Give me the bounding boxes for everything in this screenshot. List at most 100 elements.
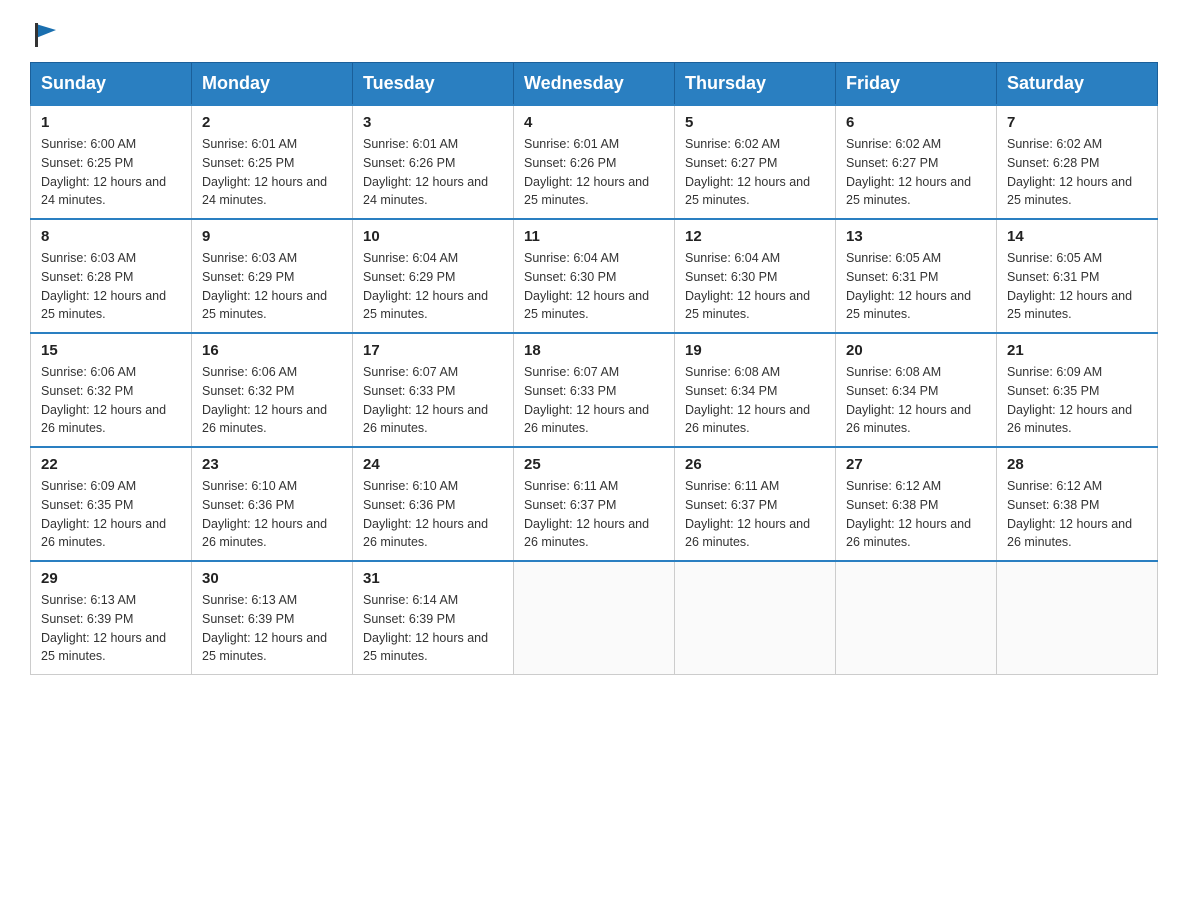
- day-info: Sunrise: 6:13 AM Sunset: 6:39 PM Dayligh…: [41, 591, 181, 666]
- calendar-day-9: 9 Sunrise: 6:03 AM Sunset: 6:29 PM Dayli…: [192, 219, 353, 333]
- day-info: Sunrise: 6:03 AM Sunset: 6:28 PM Dayligh…: [41, 249, 181, 324]
- day-info: Sunrise: 6:02 AM Sunset: 6:27 PM Dayligh…: [846, 135, 986, 210]
- day-number: 6: [846, 114, 986, 131]
- weekday-header-monday: Monday: [192, 63, 353, 106]
- calendar-day-7: 7 Sunrise: 6:02 AM Sunset: 6:28 PM Dayli…: [997, 105, 1158, 219]
- calendar-day-22: 22 Sunrise: 6:09 AM Sunset: 6:35 PM Dayl…: [31, 447, 192, 561]
- day-info: Sunrise: 6:06 AM Sunset: 6:32 PM Dayligh…: [41, 363, 181, 438]
- day-number: 22: [41, 456, 181, 473]
- calendar-day-empty: [997, 561, 1158, 675]
- weekday-header-tuesday: Tuesday: [353, 63, 514, 106]
- day-info: Sunrise: 6:10 AM Sunset: 6:36 PM Dayligh…: [202, 477, 342, 552]
- day-number: 15: [41, 342, 181, 359]
- day-number: 20: [846, 342, 986, 359]
- day-info: Sunrise: 6:01 AM Sunset: 6:25 PM Dayligh…: [202, 135, 342, 210]
- calendar-week-5: 29 Sunrise: 6:13 AM Sunset: 6:39 PM Dayl…: [31, 561, 1158, 675]
- day-number: 23: [202, 456, 342, 473]
- calendar-day-16: 16 Sunrise: 6:06 AM Sunset: 6:32 PM Dayl…: [192, 333, 353, 447]
- day-info: Sunrise: 6:05 AM Sunset: 6:31 PM Dayligh…: [1007, 249, 1147, 324]
- day-info: Sunrise: 6:04 AM Sunset: 6:30 PM Dayligh…: [524, 249, 664, 324]
- day-number: 29: [41, 570, 181, 587]
- day-info: Sunrise: 6:10 AM Sunset: 6:36 PM Dayligh…: [363, 477, 503, 552]
- weekday-header-saturday: Saturday: [997, 63, 1158, 106]
- day-number: 14: [1007, 228, 1147, 245]
- day-number: 8: [41, 228, 181, 245]
- calendar-day-17: 17 Sunrise: 6:07 AM Sunset: 6:33 PM Dayl…: [353, 333, 514, 447]
- day-number: 18: [524, 342, 664, 359]
- day-number: 10: [363, 228, 503, 245]
- day-number: 31: [363, 570, 503, 587]
- day-info: Sunrise: 6:12 AM Sunset: 6:38 PM Dayligh…: [846, 477, 986, 552]
- logo: [30, 20, 62, 42]
- calendar-day-27: 27 Sunrise: 6:12 AM Sunset: 6:38 PM Dayl…: [836, 447, 997, 561]
- calendar-day-empty: [675, 561, 836, 675]
- calendar-day-empty: [836, 561, 997, 675]
- logo-icon: [32, 20, 62, 50]
- calendar-day-14: 14 Sunrise: 6:05 AM Sunset: 6:31 PM Dayl…: [997, 219, 1158, 333]
- calendar-day-5: 5 Sunrise: 6:02 AM Sunset: 6:27 PM Dayli…: [675, 105, 836, 219]
- day-info: Sunrise: 6:06 AM Sunset: 6:32 PM Dayligh…: [202, 363, 342, 438]
- calendar-day-1: 1 Sunrise: 6:00 AM Sunset: 6:25 PM Dayli…: [31, 105, 192, 219]
- day-info: Sunrise: 6:01 AM Sunset: 6:26 PM Dayligh…: [524, 135, 664, 210]
- day-info: Sunrise: 6:05 AM Sunset: 6:31 PM Dayligh…: [846, 249, 986, 324]
- day-number: 3: [363, 114, 503, 131]
- calendar-day-23: 23 Sunrise: 6:10 AM Sunset: 6:36 PM Dayl…: [192, 447, 353, 561]
- day-number: 5: [685, 114, 825, 131]
- calendar-day-10: 10 Sunrise: 6:04 AM Sunset: 6:29 PM Dayl…: [353, 219, 514, 333]
- weekday-header-row: SundayMondayTuesdayWednesdayThursdayFrid…: [31, 63, 1158, 106]
- calendar-week-4: 22 Sunrise: 6:09 AM Sunset: 6:35 PM Dayl…: [31, 447, 1158, 561]
- calendar-day-24: 24 Sunrise: 6:10 AM Sunset: 6:36 PM Dayl…: [353, 447, 514, 561]
- calendar-day-13: 13 Sunrise: 6:05 AM Sunset: 6:31 PM Dayl…: [836, 219, 997, 333]
- calendar-day-21: 21 Sunrise: 6:09 AM Sunset: 6:35 PM Dayl…: [997, 333, 1158, 447]
- calendar-week-3: 15 Sunrise: 6:06 AM Sunset: 6:32 PM Dayl…: [31, 333, 1158, 447]
- day-number: 11: [524, 228, 664, 245]
- calendar-week-2: 8 Sunrise: 6:03 AM Sunset: 6:28 PM Dayli…: [31, 219, 1158, 333]
- calendar-day-18: 18 Sunrise: 6:07 AM Sunset: 6:33 PM Dayl…: [514, 333, 675, 447]
- calendar-day-30: 30 Sunrise: 6:13 AM Sunset: 6:39 PM Dayl…: [192, 561, 353, 675]
- calendar-day-4: 4 Sunrise: 6:01 AM Sunset: 6:26 PM Dayli…: [514, 105, 675, 219]
- day-number: 9: [202, 228, 342, 245]
- day-info: Sunrise: 6:13 AM Sunset: 6:39 PM Dayligh…: [202, 591, 342, 666]
- day-number: 28: [1007, 456, 1147, 473]
- day-number: 12: [685, 228, 825, 245]
- day-info: Sunrise: 6:02 AM Sunset: 6:28 PM Dayligh…: [1007, 135, 1147, 210]
- calendar-day-28: 28 Sunrise: 6:12 AM Sunset: 6:38 PM Dayl…: [997, 447, 1158, 561]
- calendar-day-6: 6 Sunrise: 6:02 AM Sunset: 6:27 PM Dayli…: [836, 105, 997, 219]
- day-number: 19: [685, 342, 825, 359]
- calendar-day-8: 8 Sunrise: 6:03 AM Sunset: 6:28 PM Dayli…: [31, 219, 192, 333]
- day-number: 13: [846, 228, 986, 245]
- calendar-day-11: 11 Sunrise: 6:04 AM Sunset: 6:30 PM Dayl…: [514, 219, 675, 333]
- calendar-day-3: 3 Sunrise: 6:01 AM Sunset: 6:26 PM Dayli…: [353, 105, 514, 219]
- day-info: Sunrise: 6:09 AM Sunset: 6:35 PM Dayligh…: [1007, 363, 1147, 438]
- day-info: Sunrise: 6:11 AM Sunset: 6:37 PM Dayligh…: [685, 477, 825, 552]
- day-number: 7: [1007, 114, 1147, 131]
- day-info: Sunrise: 6:01 AM Sunset: 6:26 PM Dayligh…: [363, 135, 503, 210]
- weekday-header-friday: Friday: [836, 63, 997, 106]
- day-number: 30: [202, 570, 342, 587]
- calendar-table: SundayMondayTuesdayWednesdayThursdayFrid…: [30, 62, 1158, 675]
- page-header: [30, 20, 1158, 42]
- day-info: Sunrise: 6:11 AM Sunset: 6:37 PM Dayligh…: [524, 477, 664, 552]
- day-info: Sunrise: 6:04 AM Sunset: 6:30 PM Dayligh…: [685, 249, 825, 324]
- day-number: 17: [363, 342, 503, 359]
- calendar-day-20: 20 Sunrise: 6:08 AM Sunset: 6:34 PM Dayl…: [836, 333, 997, 447]
- calendar-day-2: 2 Sunrise: 6:01 AM Sunset: 6:25 PM Dayli…: [192, 105, 353, 219]
- day-number: 4: [524, 114, 664, 131]
- weekday-header-sunday: Sunday: [31, 63, 192, 106]
- calendar-day-12: 12 Sunrise: 6:04 AM Sunset: 6:30 PM Dayl…: [675, 219, 836, 333]
- day-number: 2: [202, 114, 342, 131]
- day-number: 27: [846, 456, 986, 473]
- day-info: Sunrise: 6:08 AM Sunset: 6:34 PM Dayligh…: [846, 363, 986, 438]
- weekday-header-thursday: Thursday: [675, 63, 836, 106]
- calendar-day-15: 15 Sunrise: 6:06 AM Sunset: 6:32 PM Dayl…: [31, 333, 192, 447]
- calendar-day-29: 29 Sunrise: 6:13 AM Sunset: 6:39 PM Dayl…: [31, 561, 192, 675]
- day-info: Sunrise: 6:07 AM Sunset: 6:33 PM Dayligh…: [524, 363, 664, 438]
- day-info: Sunrise: 6:07 AM Sunset: 6:33 PM Dayligh…: [363, 363, 503, 438]
- day-number: 21: [1007, 342, 1147, 359]
- calendar-day-25: 25 Sunrise: 6:11 AM Sunset: 6:37 PM Dayl…: [514, 447, 675, 561]
- day-info: Sunrise: 6:12 AM Sunset: 6:38 PM Dayligh…: [1007, 477, 1147, 552]
- day-info: Sunrise: 6:03 AM Sunset: 6:29 PM Dayligh…: [202, 249, 342, 324]
- day-number: 1: [41, 114, 181, 131]
- day-number: 24: [363, 456, 503, 473]
- calendar-day-empty: [514, 561, 675, 675]
